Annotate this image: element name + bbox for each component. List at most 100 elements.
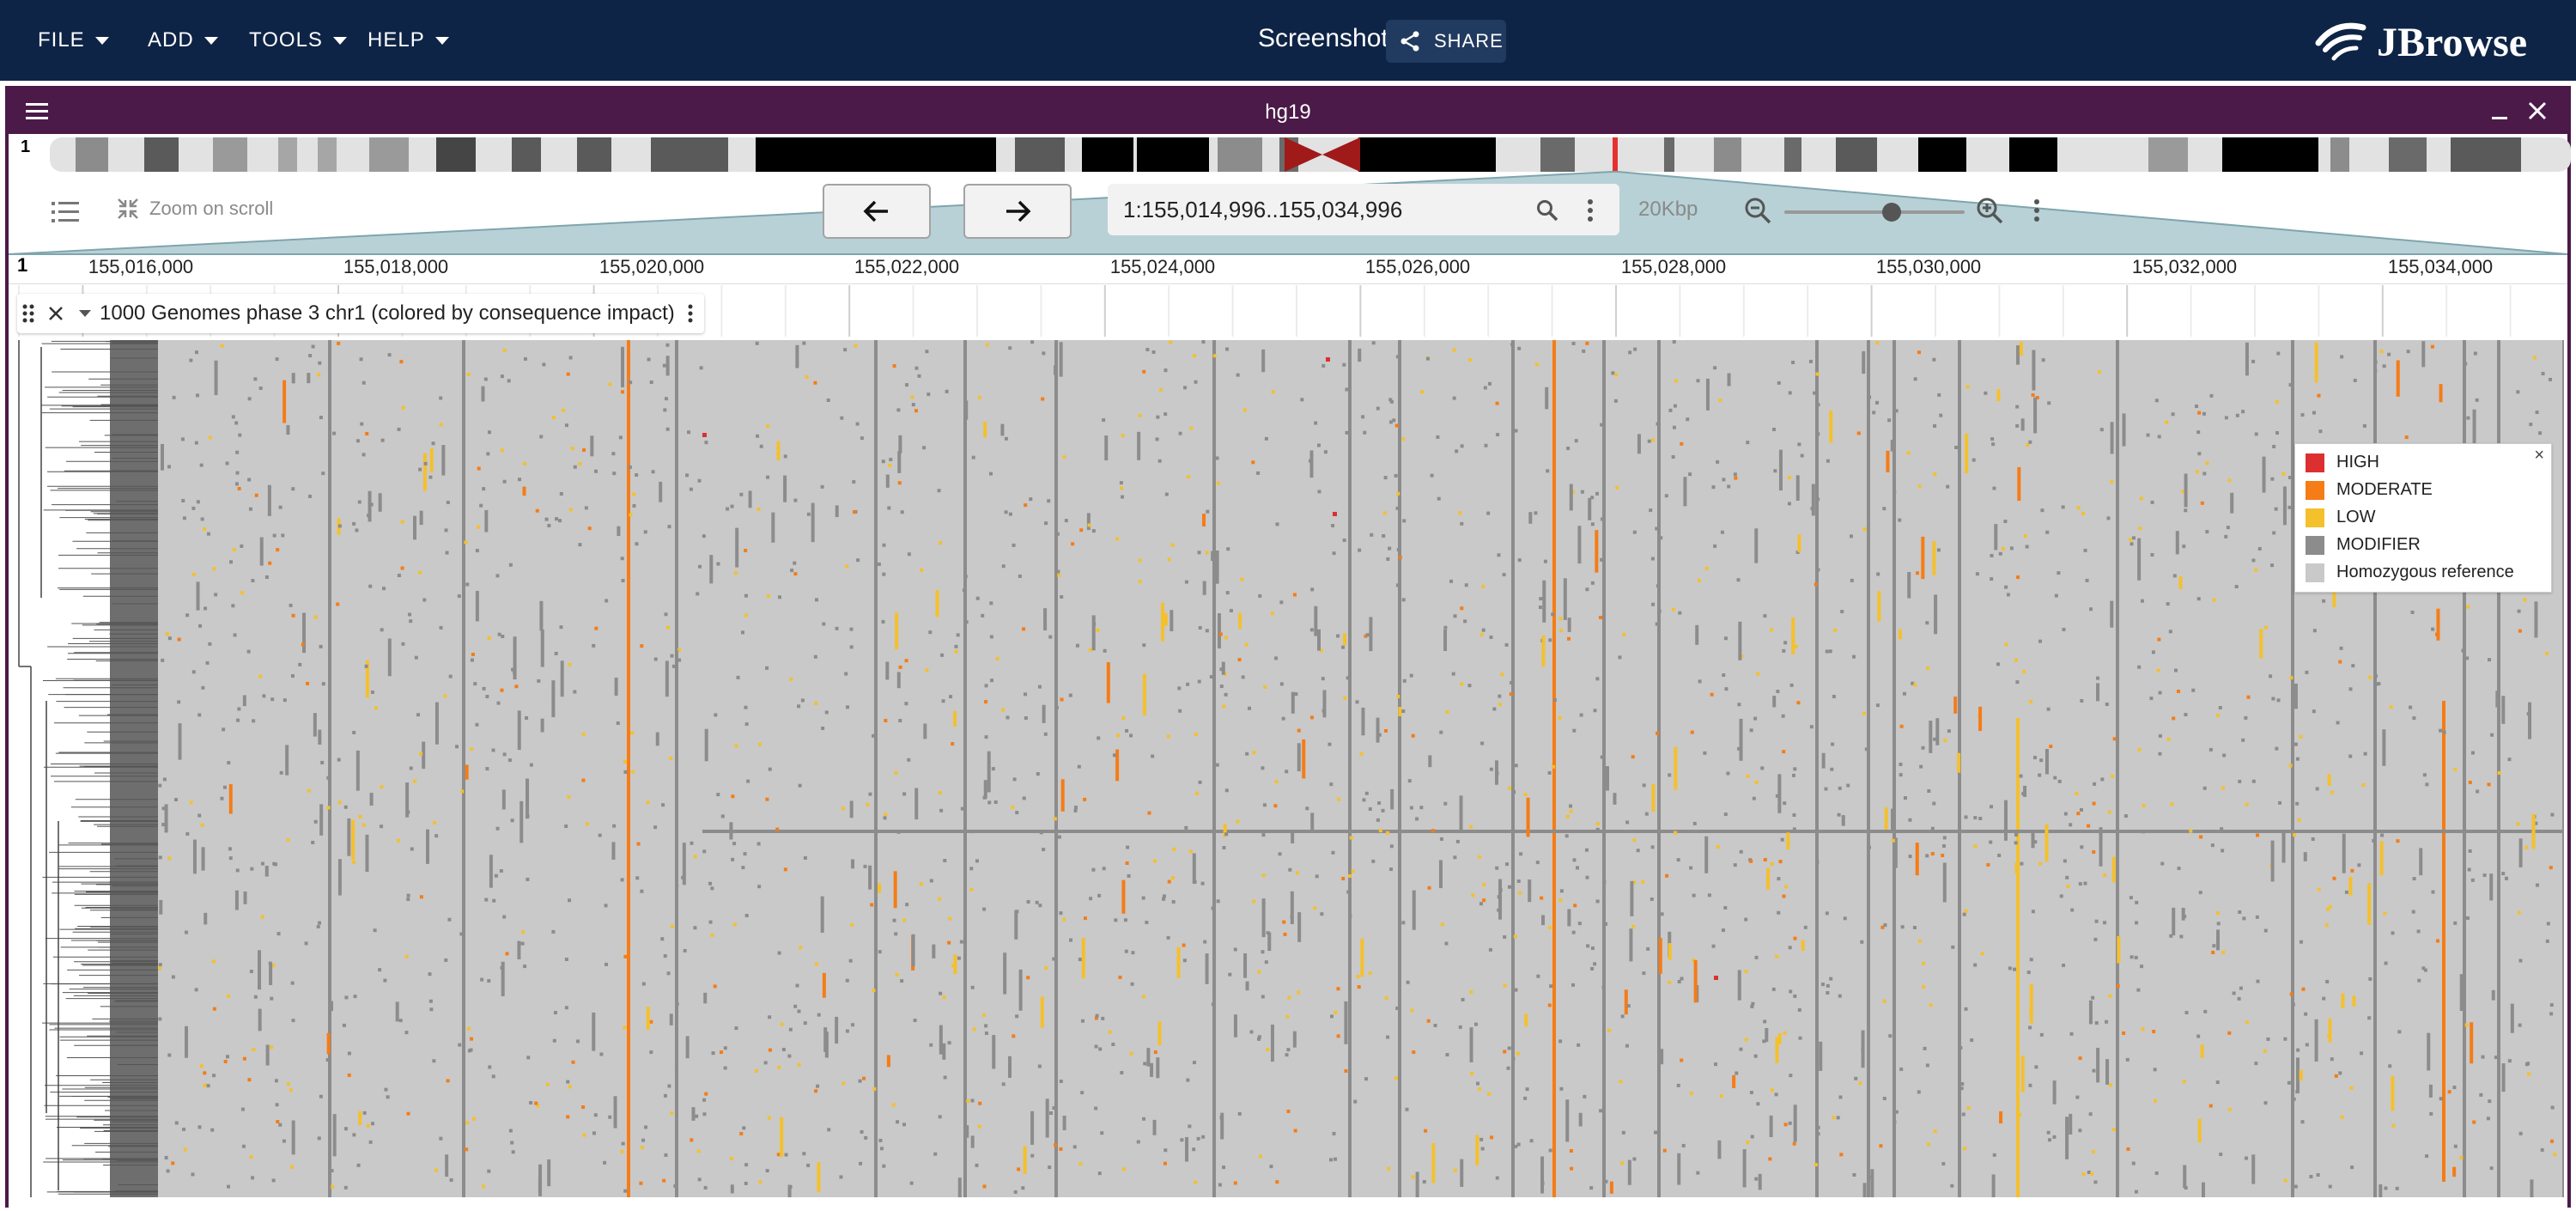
location-search-box[interactable]: 1:155,014,996..155,034,996: [1108, 184, 1619, 235]
genotype-cell: [1925, 1063, 1929, 1068]
menu-file[interactable]: FILE: [38, 24, 109, 57]
genotype-cell: [673, 1184, 677, 1188]
genotype-cell: [1285, 1014, 1290, 1019]
session-title[interactable]: Screenshot: [1258, 24, 1388, 53]
scroll-left-button[interactable]: [823, 184, 931, 239]
genotype-cell: [744, 1163, 749, 1167]
genotype-cell: [2156, 668, 2160, 672]
genotype-cell: [1332, 551, 1336, 556]
genotype-cell: [1650, 845, 1655, 849]
genotype-cell: [1744, 970, 1748, 974]
genotype-cell: [2215, 713, 2220, 717]
genotype-cell: [1453, 855, 1457, 860]
genotype-cell: [1992, 1153, 1996, 1157]
genotype-matrix[interactable]: [158, 340, 2564, 1197]
genotype-cell: [191, 506, 196, 510]
genotype-cell: [1882, 1097, 1886, 1101]
genotype-cell: [582, 1133, 586, 1137]
menu-tools[interactable]: TOOLS: [249, 24, 347, 57]
genotype-cell: [1042, 848, 1046, 852]
track-menu-icon[interactable]: [687, 303, 694, 324]
genotype-cell: [1986, 862, 1990, 867]
close-icon[interactable]: [2524, 98, 2550, 124]
close-track-icon[interactable]: [46, 304, 65, 323]
genotype-cell: [1569, 484, 1573, 511]
genotype-cell: [212, 1074, 216, 1078]
more-vertical-icon[interactable]: [2032, 198, 2042, 223]
genotype-cell: [1386, 831, 1390, 835]
genotype-cell: [330, 1169, 334, 1173]
genotype-cell: [1222, 704, 1226, 709]
genotype-cell: [1996, 389, 2001, 402]
zoom-out-icon[interactable]: [1743, 196, 1772, 225]
location-input[interactable]: 1:155,014,996..155,034,996: [1123, 197, 1402, 223]
genotype-cell: [2488, 1099, 2492, 1104]
genotype-cell: [2184, 473, 2188, 508]
genotype-cell: [270, 1045, 274, 1050]
drag-handle-icon[interactable]: [22, 303, 34, 324]
minimize-icon[interactable]: [2488, 100, 2511, 122]
genotype-cell: [2111, 1128, 2116, 1132]
track-selector-icon[interactable]: [50, 199, 81, 225]
genotype-cell: [374, 706, 378, 710]
share-button[interactable]: SHARE: [1386, 20, 1506, 63]
genotype-cell: [1054, 1143, 1058, 1147]
search-icon[interactable]: [1535, 198, 1559, 222]
zoom-on-scroll-toggle[interactable]: Zoom on scroll: [115, 196, 273, 222]
genotype-cell: [1723, 905, 1728, 910]
genotype-cell: [1180, 1138, 1184, 1142]
genotype-cell: [1163, 412, 1168, 417]
genotype-cell: [2134, 1190, 2138, 1194]
chromosome-ideogram[interactable]: [50, 137, 2571, 172]
genotype-cell: [2527, 1072, 2531, 1076]
genotype-cell: [1933, 1129, 1937, 1134]
genotype-cell: [776, 441, 781, 460]
genotype-cell: [1039, 831, 1043, 835]
genotype-cell: [612, 824, 617, 828]
genotype-cell: [1830, 767, 1834, 771]
genotype-cell: [206, 532, 210, 536]
genotype-cell: [2134, 955, 2138, 959]
genotype-cell: [551, 929, 556, 934]
ruler-tick-label: 155,028,000: [1620, 256, 1727, 277]
zoom-in-icon[interactable]: [1975, 196, 2004, 225]
genotype-cell: [2032, 350, 2036, 391]
genotype-cell: [1825, 649, 1829, 654]
genotype-cell: [1793, 936, 1797, 940]
zoom-slider[interactable]: [1784, 201, 1965, 222]
scroll-right-button[interactable]: [963, 184, 1072, 239]
menu-add[interactable]: ADD: [148, 24, 218, 57]
genotype-cell: [2382, 729, 2386, 766]
genotype-cell: [2029, 700, 2033, 704]
genotype-cell: [1922, 961, 1926, 965]
genotype-cell: [2103, 921, 2107, 925]
genotype-cell: [2160, 861, 2165, 866]
genotype-cell: [247, 1078, 252, 1082]
genotype-cell: [1825, 911, 1829, 916]
genotype-cell: [1890, 440, 1894, 452]
legend-close-icon[interactable]: ×: [2534, 446, 2544, 466]
genotype-cell: [2244, 715, 2248, 720]
genotype-cell: [426, 829, 430, 864]
genotype-cell: [1916, 571, 1920, 575]
menu-help[interactable]: HELP: [368, 24, 449, 57]
more-vertical-icon[interactable]: [1585, 198, 1595, 223]
ideogram-band: [2451, 137, 2521, 172]
genotype-cell: [1750, 1004, 1754, 1008]
genotype-cell: [237, 486, 241, 490]
variant-matrix-display[interactable]: [15, 340, 2574, 1197]
genotype-cell: [2047, 401, 2051, 405]
genotype-cell: [1816, 432, 1820, 436]
ideogram-band: [1784, 137, 1801, 172]
genotype-cell: [380, 785, 384, 789]
zoom-slider-thumb[interactable]: [1882, 203, 1901, 222]
genotype-cell: [1898, 629, 1902, 640]
genotype-cell: [682, 843, 686, 885]
genotype-cell: [1625, 1044, 1629, 1048]
genotype-cell: [1963, 1147, 1967, 1151]
genotype-cell: [1898, 518, 1902, 522]
genotype-cell: [2325, 979, 2330, 983]
collapse-track-icon[interactable]: [77, 308, 93, 319]
genotype-cell: [158, 966, 162, 971]
genotype-cell: [919, 882, 923, 886]
